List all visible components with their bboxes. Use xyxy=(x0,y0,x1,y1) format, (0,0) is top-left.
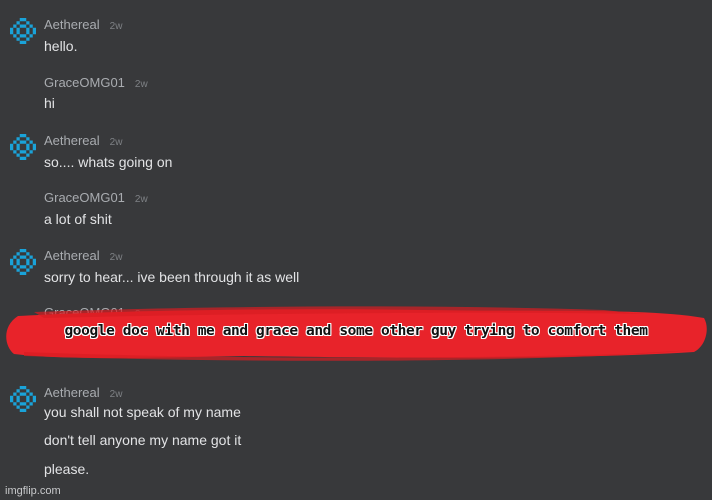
pixel-diamond-icon xyxy=(10,386,36,412)
comment-timestamp: 2w xyxy=(109,252,123,263)
comment-timestamp: 2w xyxy=(109,21,123,32)
comment-author[interactable]: Aethereal 2w xyxy=(44,17,122,32)
comment-author[interactable]: Aethereal 2w xyxy=(44,385,122,400)
comment-text: you shall not speak of my name xyxy=(44,404,241,420)
comment-timestamp: 2w xyxy=(134,79,148,90)
caption-text: google doc with me and grace and some ot… xyxy=(64,323,648,339)
comment-text: so.... whats going on xyxy=(44,154,173,170)
pixel-diamond-icon xyxy=(10,134,36,160)
comment-text: please. xyxy=(44,461,90,477)
caption-highlight: google doc with me and grace and some ot… xyxy=(4,306,708,362)
imgflip-watermark: imgflip.com xyxy=(5,485,61,497)
comment-text: hi xyxy=(44,95,55,111)
comment-text: don't tell anyone my name got it xyxy=(44,432,242,448)
pixel-diamond-icon xyxy=(10,249,36,275)
comment-text: a lot of shit xyxy=(44,211,112,227)
comment-author[interactable]: GraceOMG012w xyxy=(44,190,148,205)
comment-author[interactable]: Aethereal 2w xyxy=(44,248,122,263)
comment-timestamp: 2w xyxy=(134,194,148,205)
comment-text: sorry to hear... ive been through it as … xyxy=(44,269,300,285)
comment-author[interactable]: GraceOMG012w xyxy=(44,75,148,90)
comment-timestamp: 2w xyxy=(109,137,123,148)
comment-author[interactable]: Aethereal 2w xyxy=(44,133,122,148)
comment-timestamp: 2w xyxy=(109,389,123,400)
comment-text: hello. xyxy=(44,38,78,54)
pixel-diamond-icon xyxy=(10,18,36,44)
